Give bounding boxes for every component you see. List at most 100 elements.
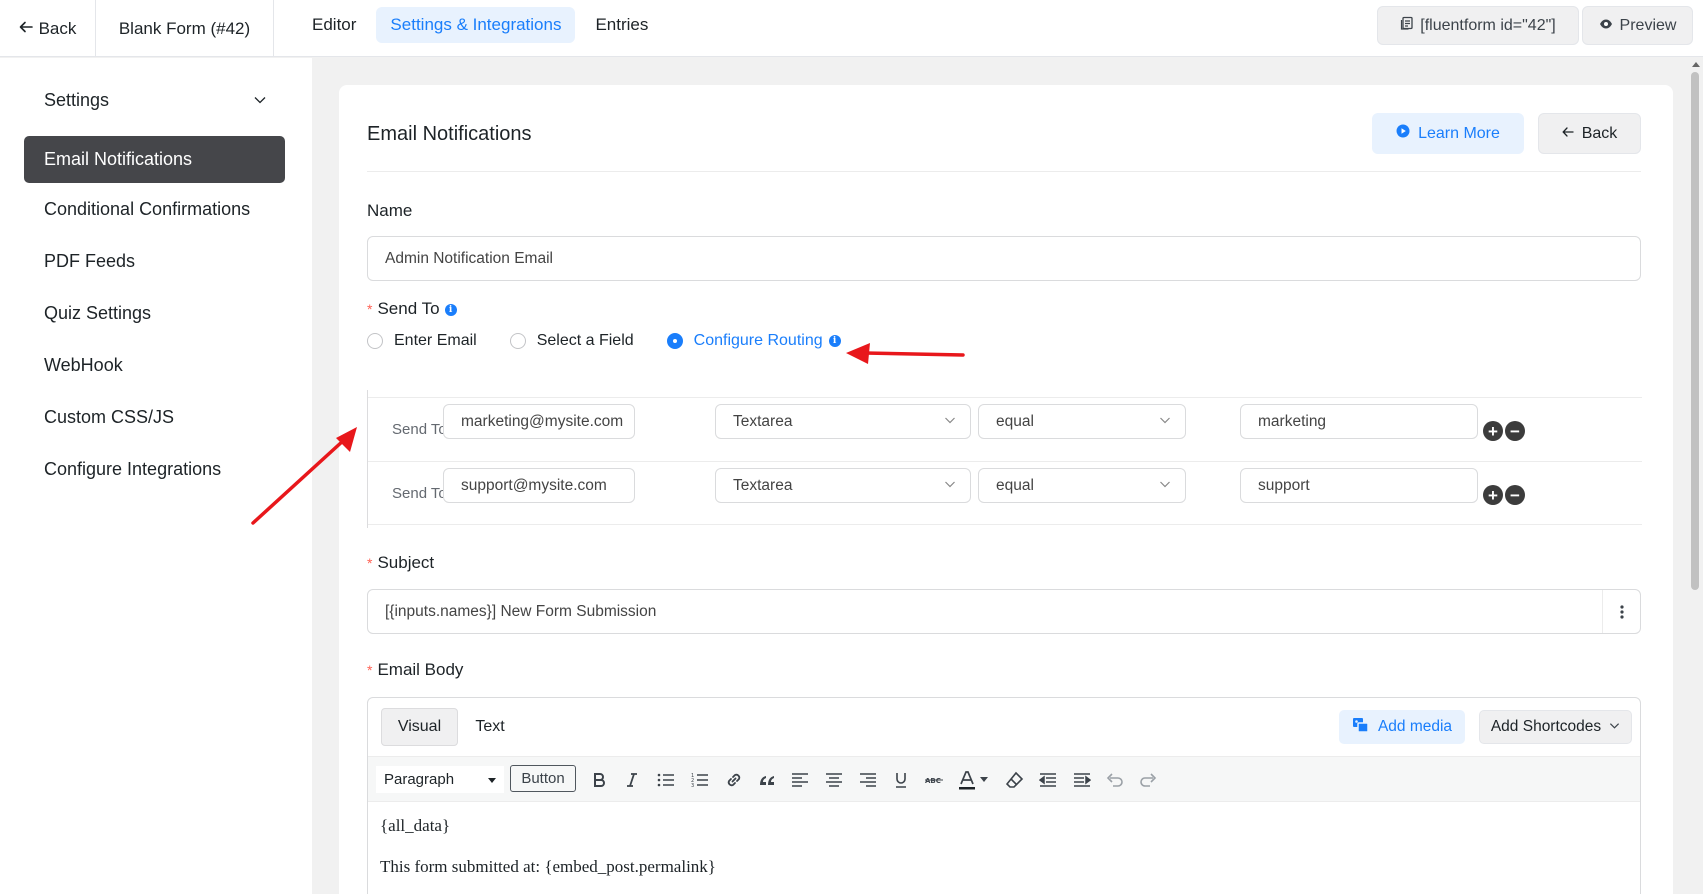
preview-button[interactable]: Preview: [1582, 6, 1693, 45]
routing-value-text: marketing: [1258, 412, 1327, 430]
required-asterisk: *: [367, 555, 373, 571]
top-nav: Editor Settings & Integrations Entries: [298, 7, 662, 43]
routing-value-input[interactable]: support: [1240, 468, 1478, 503]
info-icon[interactable]: i: [444, 304, 457, 316]
sidebar-item-webhook[interactable]: WebHook: [24, 342, 285, 389]
routing-send-to-label: Send To: [392, 421, 447, 438]
minus-circle-icon[interactable]: −: [1505, 421, 1525, 441]
svg-text:3: 3: [691, 783, 694, 788]
add-shortcodes-button[interactable]: Add Shortcodes: [1479, 710, 1632, 744]
svg-text:ABC: ABC: [925, 777, 941, 785]
routing-field-select[interactable]: Textarea: [715, 468, 971, 503]
minus-circle-icon[interactable]: −: [1505, 485, 1525, 505]
blockquote-icon[interactable]: [756, 769, 778, 791]
arrow-left-icon: [19, 19, 33, 39]
sidebar-item-label: Quiz Settings: [44, 303, 152, 323]
radio-enter-email[interactable]: Enter Email: [367, 332, 477, 350]
align-left-icon[interactable]: [789, 769, 811, 791]
routing-value-input[interactable]: marketing: [1240, 404, 1478, 439]
subject-label: * Subject: [367, 553, 434, 573]
add-media-button[interactable]: Add media: [1339, 710, 1465, 744]
vertical-dots-icon[interactable]: [1602, 590, 1640, 633]
required-asterisk: *: [367, 662, 373, 678]
learn-more-button[interactable]: Learn More: [1372, 113, 1524, 154]
routing-row-controls: + −: [1483, 421, 1525, 441]
caret-down-icon: [488, 771, 496, 788]
numbered-list-icon[interactable]: 123: [689, 769, 711, 791]
sidebar-item-settings[interactable]: Settings: [24, 77, 285, 124]
page-scrollbar-thumb[interactable]: [1691, 72, 1699, 590]
sidebar-item-label: WebHook: [44, 355, 123, 375]
strikethrough-icon[interactable]: ABC: [923, 769, 945, 791]
format-select-value: Paragraph: [384, 771, 455, 788]
redo-icon[interactable]: [1137, 769, 1159, 791]
outdent-icon[interactable]: [1037, 769, 1059, 791]
radio-label: Enter Email: [394, 332, 477, 349]
radio-circle: [666, 333, 683, 349]
subject-text: Subject: [377, 553, 435, 572]
sidebar-item-conditional-confirmations[interactable]: Conditional Confirmations: [24, 186, 285, 233]
radio-select-field[interactable]: Select a Field: [509, 332, 634, 350]
bullet-list-icon[interactable]: [655, 769, 677, 791]
chevron-down-icon: [1159, 413, 1171, 431]
subject-input[interactable]: [{inputs.names}] New Form Submission: [367, 589, 1641, 634]
underline-icon[interactable]: [890, 769, 912, 791]
email-body-editor: Visual Text Add media Add Shortcodes Par…: [367, 697, 1641, 894]
insert-button-button[interactable]: Button: [510, 765, 576, 792]
indent-icon[interactable]: [1071, 769, 1093, 791]
chevron-down-icon: [253, 91, 267, 112]
add-shortcodes-label: Add Shortcodes: [1490, 718, 1602, 735]
radio-configure-routing[interactable]: Configure Routing i: [666, 332, 841, 350]
name-input[interactable]: Admin Notification Email: [367, 236, 1641, 281]
subject-input-value: [{inputs.names}] New Form Submission: [385, 602, 657, 620]
align-center-icon[interactable]: [823, 769, 845, 791]
radio-label: Configure Routing: [693, 332, 823, 349]
editor-line: This form submitted at: {embed_post.perm…: [380, 857, 716, 876]
routing-operator-select[interactable]: equal: [978, 404, 1186, 439]
tab-entries[interactable]: Entries: [581, 7, 662, 43]
sidebar-item-custom-css-js[interactable]: Custom CSS/JS: [24, 394, 285, 441]
routing-field-select[interactable]: Textarea: [715, 404, 971, 439]
routing-send-to-label: Send To: [392, 485, 447, 502]
tab-editor[interactable]: Editor: [298, 7, 370, 43]
card-back-button[interactable]: Back: [1538, 113, 1641, 154]
sidebar-item-label: Email Notifications: [44, 149, 193, 169]
email-body-text: Email Body: [377, 660, 464, 679]
chevron-down-icon: [1159, 477, 1171, 495]
link-icon[interactable]: [723, 769, 745, 791]
form-title: Blank Form (#42): [96, 0, 274, 57]
top-back-button[interactable]: Back: [0, 0, 96, 57]
editor-tab-visual[interactable]: Visual: [381, 708, 458, 746]
bold-icon[interactable]: [588, 769, 610, 791]
routing-email-value: support@mysite.com: [461, 476, 607, 494]
radio-circle: [367, 333, 383, 349]
sidebar-item-pdf-feeds[interactable]: PDF Feeds: [24, 238, 285, 285]
info-icon[interactable]: i: [828, 335, 841, 347]
name-input-value: Admin Notification Email: [385, 249, 553, 267]
italic-icon[interactable]: [621, 769, 643, 791]
plus-circle-icon[interactable]: +: [1483, 421, 1503, 441]
routing-email-input[interactable]: support@mysite.com: [443, 468, 635, 503]
play-circle-icon: [1396, 124, 1410, 143]
tab-settings-integrations[interactable]: Settings & Integrations: [376, 7, 576, 43]
name-label: Name: [367, 201, 413, 220]
undo-icon[interactable]: [1104, 769, 1126, 791]
eraser-icon[interactable]: [1004, 769, 1026, 791]
top-bar: Back Blank Form (#42) Editor Settings & …: [0, 0, 1703, 57]
editor-tab-text[interactable]: Text: [464, 708, 516, 746]
text-color-icon[interactable]: [956, 769, 978, 791]
sidebar-item-email-notifications[interactable]: Email Notifications: [24, 136, 285, 183]
align-right-icon[interactable]: [857, 769, 879, 791]
plus-circle-icon[interactable]: +: [1483, 485, 1503, 505]
routing-row: Send To marketing@mysite.com If Textarea…: [368, 397, 1642, 461]
routing-operator-value: equal: [996, 412, 1034, 430]
scroll-up-arrow[interactable]: [1692, 62, 1700, 67]
media-icon: [1352, 717, 1370, 738]
sidebar-item-quiz-settings[interactable]: Quiz Settings: [24, 290, 285, 337]
routing-email-input[interactable]: marketing@mysite.com: [443, 404, 635, 439]
format-select[interactable]: Paragraph: [376, 766, 504, 793]
sidebar-item-configure-integrations[interactable]: Configure Integrations: [24, 446, 285, 493]
shortcode-copy-button[interactable]: [fluentform id="42"]: [1377, 6, 1579, 45]
routing-operator-select[interactable]: equal: [978, 468, 1186, 503]
caret-down-icon[interactable]: [979, 769, 989, 791]
